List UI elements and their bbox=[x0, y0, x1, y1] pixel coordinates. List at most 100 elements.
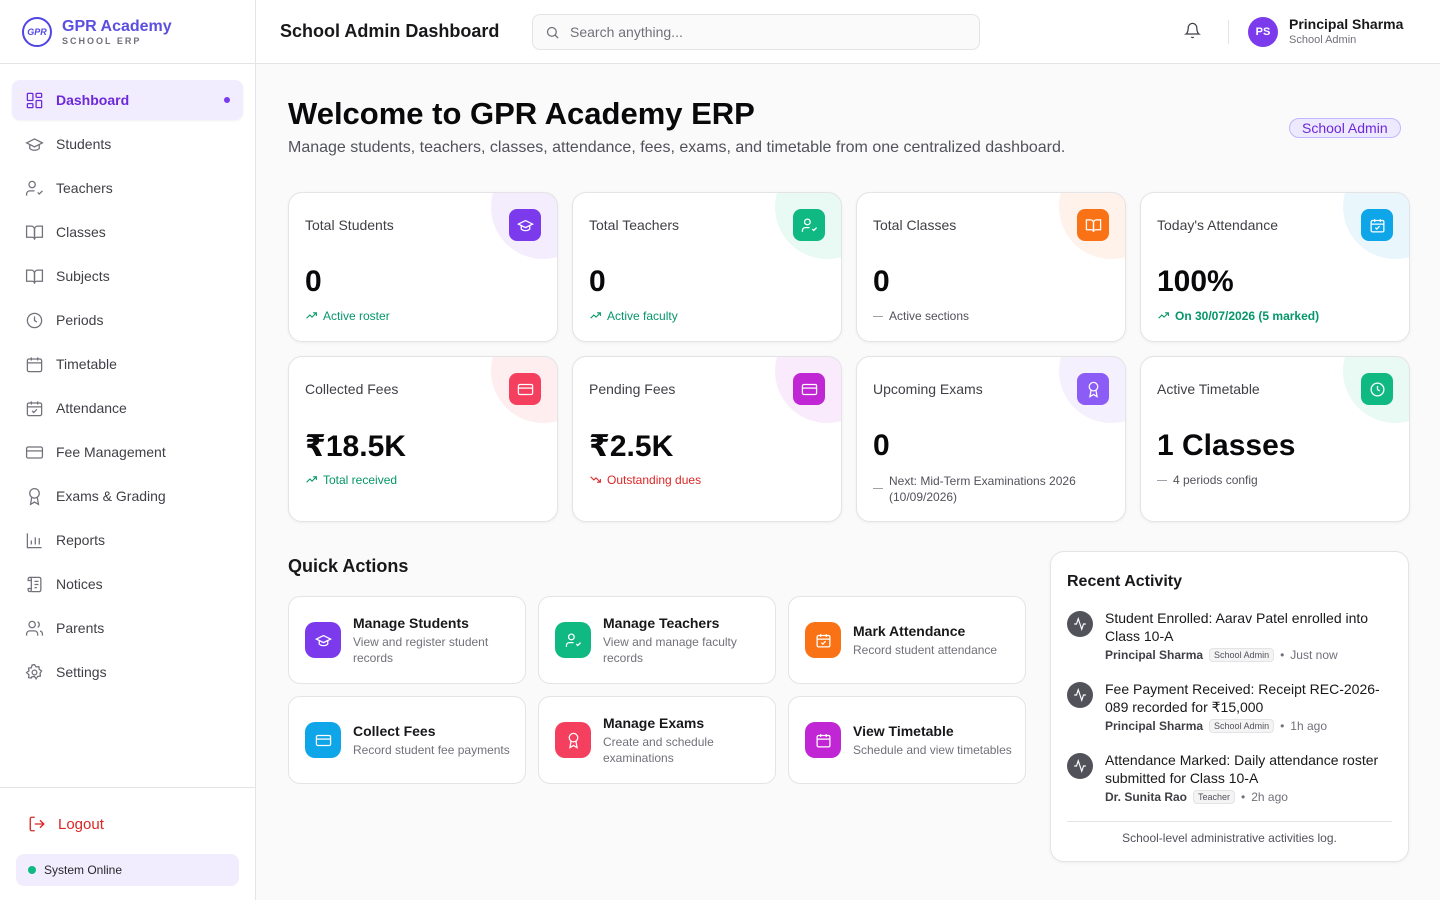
sidebar-item-fee-management[interactable]: Fee Management bbox=[12, 432, 243, 472]
quick-action-title: Manage Exams bbox=[603, 714, 705, 731]
book-open-icon bbox=[1077, 209, 1109, 241]
brand[interactable]: GPR GPR Academy SCHOOL ERP bbox=[0, 0, 255, 64]
separator-dot: • bbox=[1280, 719, 1285, 733]
sidebar-item-exams-grading[interactable]: Exams & Grading bbox=[12, 476, 243, 516]
stat-note-text: Outstanding dues bbox=[607, 473, 702, 487]
stat-value: ₹18.5K bbox=[305, 430, 406, 463]
welcome-subtitle: Manage students, teachers, classes, atte… bbox=[288, 139, 1066, 156]
stat-note-text: Active roster bbox=[323, 309, 390, 323]
dashboard-icon bbox=[24, 90, 44, 110]
stat-card-todays-attendance[interactable]: Today's Attendance 100% On 30/07/2026 (5… bbox=[1140, 192, 1410, 342]
trending-down-icon bbox=[589, 473, 603, 487]
stat-value: 0 bbox=[873, 429, 890, 462]
stat-note: Active roster bbox=[305, 309, 390, 323]
quick-action-manage-teachers[interactable]: Manage Teachers View and manage faculty r… bbox=[538, 596, 776, 684]
search-input[interactable] bbox=[570, 24, 950, 40]
activity-footer: School-level administrative activities l… bbox=[1067, 821, 1392, 845]
credit-card-icon bbox=[509, 373, 541, 405]
brand-name: GPR Academy bbox=[62, 17, 172, 35]
avatar[interactable]: PS bbox=[1248, 17, 1278, 47]
recent-activity-panel: Recent Activity Student Enrolled: Aarav … bbox=[1050, 551, 1409, 862]
sidebar-item-label: Parents bbox=[56, 620, 105, 636]
user-name[interactable]: Principal Sharma bbox=[1289, 16, 1403, 32]
page-title: School Admin Dashboard bbox=[280, 21, 500, 41]
role-badge: School Admin bbox=[1289, 118, 1401, 138]
sidebar-item-parents[interactable]: Parents bbox=[12, 608, 243, 648]
activity-user: Principal Sharma bbox=[1105, 648, 1204, 662]
minus-icon bbox=[873, 316, 883, 317]
clock-icon bbox=[1361, 373, 1393, 405]
trending-up-icon bbox=[305, 473, 319, 487]
quick-action-manage-exams[interactable]: Manage Exams Create and schedule examinat… bbox=[538, 696, 776, 784]
stat-card-total-teachers[interactable]: Total Teachers 0 Active faculty bbox=[572, 192, 842, 342]
activity-item[interactable]: Student Enrolled: Aarav Patel enrolled i… bbox=[1067, 609, 1392, 662]
sidebar-item-label: Teachers bbox=[56, 180, 113, 196]
quick-action-collect-fees[interactable]: Collect Fees Record student fee payments bbox=[288, 696, 526, 784]
activity-item[interactable]: Fee Payment Received: Receipt REC-2026-0… bbox=[1067, 680, 1392, 733]
calendar-check-icon bbox=[1361, 209, 1393, 241]
activity-user: Dr. Sunita Rao bbox=[1105, 790, 1188, 804]
stat-value: ₹2.5K bbox=[589, 430, 674, 463]
user-role: School Admin bbox=[1289, 34, 1357, 46]
sidebar-item-settings[interactable]: Settings bbox=[12, 652, 243, 692]
credit-card-icon bbox=[305, 722, 341, 758]
sidebar-item-label: Attendance bbox=[56, 400, 127, 416]
sidebar-item-timetable[interactable]: Timetable bbox=[12, 344, 243, 384]
credit-card-icon bbox=[793, 373, 825, 405]
book-open-icon bbox=[24, 222, 44, 242]
stat-card-total-classes[interactable]: Total Classes 0 Active sections bbox=[856, 192, 1126, 342]
stat-card-upcoming-exams[interactable]: Upcoming Exams 0 Next: Mid-Term Examinat… bbox=[856, 356, 1126, 522]
status-dot bbox=[28, 866, 36, 874]
award-icon bbox=[24, 486, 44, 506]
stat-label: Active Timetable bbox=[1157, 381, 1260, 397]
brand-subtitle: SCHOOL ERP bbox=[62, 35, 142, 46]
quick-action-manage-students[interactable]: Manage Students View and register student… bbox=[288, 596, 526, 684]
stat-note-text: On 30/07/2026 (5 marked) bbox=[1175, 309, 1320, 323]
quick-action-mark-attendance[interactable]: Mark Attendance Record student attendance bbox=[788, 596, 1026, 684]
users-icon bbox=[24, 618, 44, 638]
stat-card-collected-fees[interactable]: Collected Fees ₹18.5K Total received bbox=[288, 356, 558, 522]
quick-action-desc: View and register student records bbox=[353, 634, 489, 665]
sidebar-item-teachers[interactable]: Teachers bbox=[12, 168, 243, 208]
stat-note: On 30/07/2026 (5 marked) bbox=[1157, 309, 1319, 323]
sidebar-item-label: Notices bbox=[56, 576, 103, 592]
stat-note: Active sections bbox=[873, 309, 969, 323]
stat-label: Total Classes bbox=[873, 217, 957, 233]
sidebar-item-classes[interactable]: Classes bbox=[12, 212, 243, 252]
activity-text: Student Enrolled: Aarav Patel enrolled i… bbox=[1105, 610, 1369, 644]
quick-action-desc: View and manage faculty records bbox=[603, 634, 737, 665]
logout-icon bbox=[29, 816, 45, 832]
activity-time: Just now bbox=[1290, 648, 1338, 662]
stat-card-pending-fees[interactable]: Pending Fees ₹2.5K Outstanding dues bbox=[572, 356, 842, 522]
sidebar-item-notices[interactable]: Notices bbox=[12, 564, 243, 604]
sidebar-item-dashboard[interactable]: Dashboard bbox=[12, 80, 243, 120]
sidebar-item-label: Settings bbox=[56, 664, 107, 680]
sidebar-item-attendance[interactable]: Attendance bbox=[12, 388, 243, 428]
stat-label: Total Teachers bbox=[589, 217, 680, 233]
system-status: System Online bbox=[16, 854, 239, 886]
stat-card-active-timetable[interactable]: Active Timetable 1 Classes 4 periods con… bbox=[1140, 356, 1410, 522]
sidebar-item-subjects[interactable]: Subjects bbox=[12, 256, 243, 296]
sidebar-item-reports[interactable]: Reports bbox=[12, 520, 243, 560]
clock-icon bbox=[24, 310, 44, 330]
quick-action-title: Manage Students bbox=[353, 614, 469, 631]
quick-action-view-timetable[interactable]: View Timetable Schedule and view timetabl… bbox=[788, 696, 1026, 784]
top-header: School Admin Dashboard PS Principal Shar… bbox=[256, 0, 1440, 64]
stat-note-text: Next: Mid-Term Examinations 2026 (10/09/… bbox=[889, 474, 1076, 504]
search-box[interactable] bbox=[532, 14, 980, 50]
activity-meta: Dr. Sunita Rao Teacher • 2h ago bbox=[1105, 790, 1392, 804]
quick-action-title: View Timetable bbox=[853, 722, 954, 739]
activity-item[interactable]: Attendance Marked: Daily attendance rost… bbox=[1067, 751, 1392, 804]
logout-button[interactable]: Logout bbox=[16, 802, 239, 846]
sidebar-item-periods[interactable]: Periods bbox=[12, 300, 243, 340]
notifications-button[interactable] bbox=[1184, 22, 1204, 42]
stat-label: Total Students bbox=[305, 217, 394, 233]
trending-up-icon bbox=[589, 309, 603, 323]
stat-card-total-students[interactable]: Total Students 0 Active roster bbox=[288, 192, 558, 342]
trending-up-icon bbox=[305, 309, 319, 323]
sidebar-item-students[interactable]: Students bbox=[12, 124, 243, 164]
award-icon bbox=[555, 722, 591, 758]
sidebar-item-label: Timetable bbox=[56, 356, 117, 372]
sidebar-item-label: Students bbox=[56, 136, 112, 152]
logout-label: Logout bbox=[58, 815, 104, 833]
